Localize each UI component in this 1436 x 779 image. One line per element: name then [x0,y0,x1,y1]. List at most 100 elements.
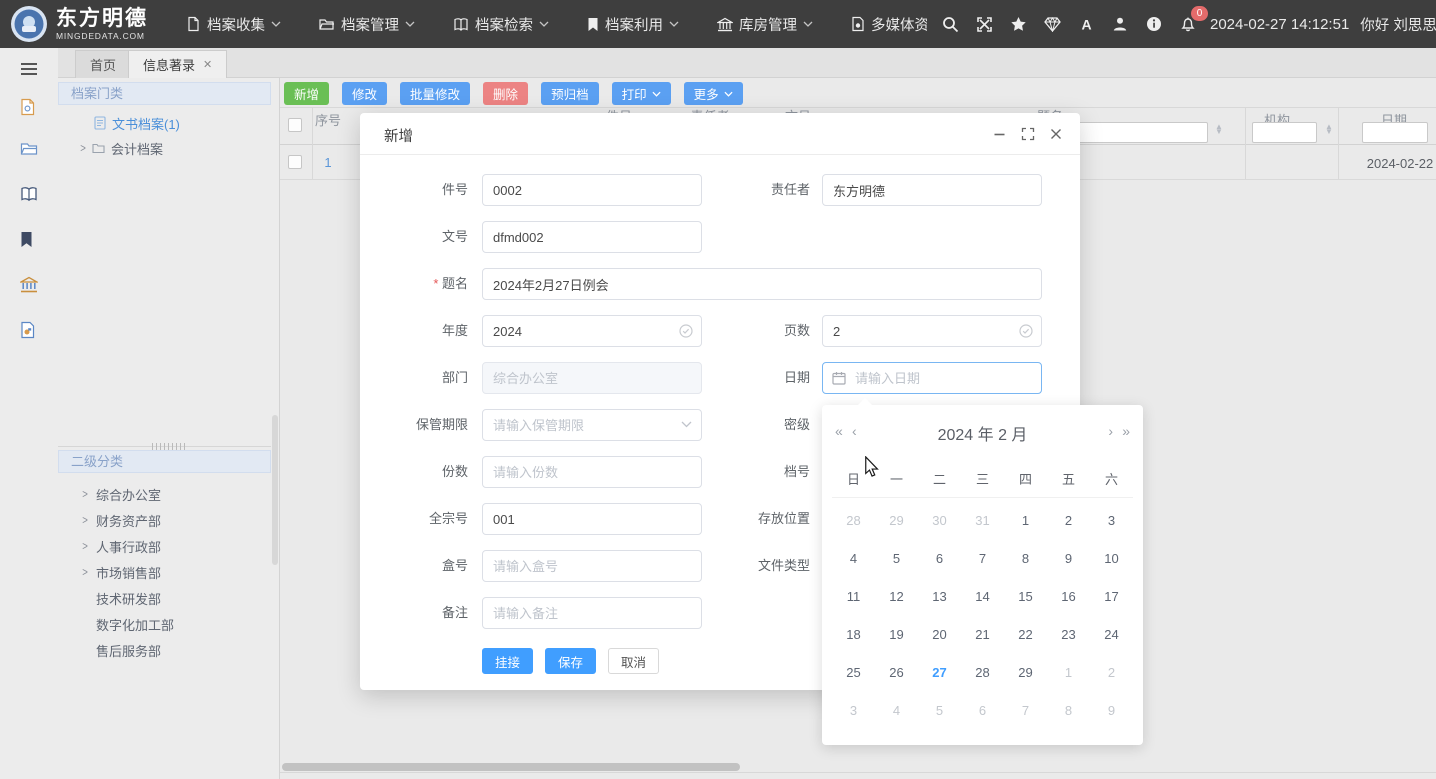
sidebar-item-技术研发部[interactable]: 技术研发部 [58,586,271,610]
menu-multimedia[interactable]: 多媒体资料 [851,14,927,35]
user-greeting[interactable]: 你好 刘思思 [1360,14,1436,35]
sort-arrows[interactable]: ▲▼ [1214,124,1224,134]
doc-no-input[interactable] [482,221,702,253]
calendar-date[interactable]: 4 [832,540,875,578]
chevron-right-icon[interactable]: > [81,539,89,553]
theme-gem-icon[interactable] [1043,15,1061,33]
toolbar-button-新增[interactable]: 新增 [284,82,329,105]
calendar-date[interactable]: 22 [1004,616,1047,654]
calendar-date[interactable]: 2 [1047,502,1090,540]
year-input[interactable] [482,315,702,347]
rail-book-icon[interactable] [20,186,38,204]
calendar-date[interactable]: 4 [875,692,918,730]
calendar-date[interactable]: 30 [918,502,961,540]
cancel-button[interactable]: 取消 [608,648,659,674]
fullscreen-icon[interactable] [975,15,993,33]
calendar-date[interactable]: 3 [832,692,875,730]
toolbar-button-更多[interactable]: 更多 [684,82,743,105]
menu-archive-manage[interactable]: 档案管理 [319,14,415,35]
row-checkbox[interactable] [288,155,302,169]
calendar-date[interactable]: 25 [832,654,875,692]
sidebar-item-综合办公室[interactable]: >综合办公室 [58,482,271,506]
save-button[interactable]: 保存 [545,648,596,674]
calendar-date[interactable]: 8 [1047,692,1090,730]
calendar-date[interactable]: 31 [961,502,1004,540]
sort-arrows[interactable]: ▲▼ [1324,124,1334,134]
rail-bookmark-icon[interactable] [20,231,38,249]
sidebar-item-售后服务部[interactable]: 售后服务部 [58,638,271,662]
box-no-input[interactable] [482,550,702,582]
calendar-date[interactable]: 7 [1004,692,1047,730]
tree-item-accounting-archive[interactable]: > 会计档案 [58,136,271,160]
user-icon[interactable] [1111,15,1129,33]
hamburger-menu-icon[interactable] [20,62,38,80]
toolbar-button-批量修改[interactable]: 批量修改 [400,82,470,105]
calendar-date[interactable]: 18 [832,616,875,654]
calendar-date[interactable]: 6 [961,692,1004,730]
calendar-date[interactable]: 8 [1004,540,1047,578]
sidebar-item-数字化加工部[interactable]: 数字化加工部 [58,612,271,636]
toolbar-button-删除[interactable]: 删除 [483,82,528,105]
sidebar-item-市场销售部[interactable]: >市场销售部 [58,560,271,584]
rail-bank-icon[interactable] [20,276,38,294]
sidebar-item-人事行政部[interactable]: >人事行政部 [58,534,271,558]
calendar-date[interactable]: 3 [1090,502,1133,540]
fonds-no-input[interactable] [482,503,702,535]
toolbar-button-预归档[interactable]: 预归档 [541,82,599,105]
sidebar-item-财务资产部[interactable]: >财务资产部 [58,508,271,532]
notifications-bell-icon[interactable]: 0 [1179,15,1197,33]
calendar-date[interactable]: 26 [875,654,918,692]
calendar-date[interactable]: 10 [1090,540,1133,578]
chevron-right-icon[interactable]: > [81,513,89,527]
calendar-date[interactable]: 1 [1004,502,1047,540]
calendar-date[interactable]: 14 [961,578,1004,616]
calendar-date[interactable]: 9 [1090,692,1133,730]
calendar-date[interactable]: 16 [1047,578,1090,616]
calendar-date[interactable]: 12 [875,578,918,616]
calendar-date[interactable]: 23 [1047,616,1090,654]
calendar-date[interactable]: 20 [918,616,961,654]
tab-info-entry[interactable]: 信息著录 ✕ [128,50,227,78]
toolbar-button-打印[interactable]: 打印 [612,82,671,105]
title-input[interactable] [482,268,1042,300]
tree-scrollbar[interactable] [272,415,278,565]
select-all-checkbox[interactable] [288,118,302,132]
org-filter-input[interactable] [1252,122,1317,143]
info-icon[interactable] [1145,15,1163,33]
search-icon[interactable] [941,15,959,33]
calendar-date[interactable]: 19 [875,616,918,654]
font-size-icon[interactable]: A [1077,15,1095,33]
calendar-date[interactable]: 21 [961,616,1004,654]
menu-storeroom-manage[interactable]: 库房管理 [717,14,813,35]
toolbar-button-修改[interactable]: 修改 [342,82,387,105]
menu-archive-collect[interactable]: 档案收集 [186,14,281,35]
calendar-date[interactable]: 6 [918,540,961,578]
menu-archive-use[interactable]: 档案利用 [587,14,679,35]
pages-input[interactable] [822,315,1042,347]
calendar-date[interactable]: 24 [1090,616,1133,654]
close-icon[interactable]: ✕ [203,58,212,71]
chevron-right-icon[interactable]: > [79,141,87,155]
rail-folder-icon[interactable] [20,141,38,159]
favorite-star-icon[interactable] [1009,15,1027,33]
tree-item-document-archive[interactable]: 文书档案(1) [58,111,271,135]
calendar-date[interactable]: 7 [961,540,1004,578]
tab-home[interactable]: 首页 [75,50,131,78]
horizontal-scrollbar[interactable] [282,763,740,771]
chevron-right-icon[interactable]: > [81,487,89,501]
panel-resize-grip[interactable] [152,443,186,450]
remarks-input[interactable] [482,597,702,629]
copies-input[interactable] [482,456,702,488]
calendar-date[interactable]: 5 [918,692,961,730]
calendar-date[interactable]: 29 [875,502,918,540]
minimize-icon[interactable] [993,128,1006,141]
calendar-date[interactable]: 13 [918,578,961,616]
calendar-date[interactable]: 29 [1004,654,1047,692]
attach-button[interactable]: 挂接 [482,648,533,674]
calendar-date[interactable]: 28 [961,654,1004,692]
close-icon[interactable] [1050,128,1062,140]
menu-archive-search[interactable]: 档案检索 [453,14,549,35]
calendar-date[interactable]: 1 [1047,654,1090,692]
calendar-date-today[interactable]: 27 [918,654,961,692]
calendar-date[interactable]: 17 [1090,578,1133,616]
